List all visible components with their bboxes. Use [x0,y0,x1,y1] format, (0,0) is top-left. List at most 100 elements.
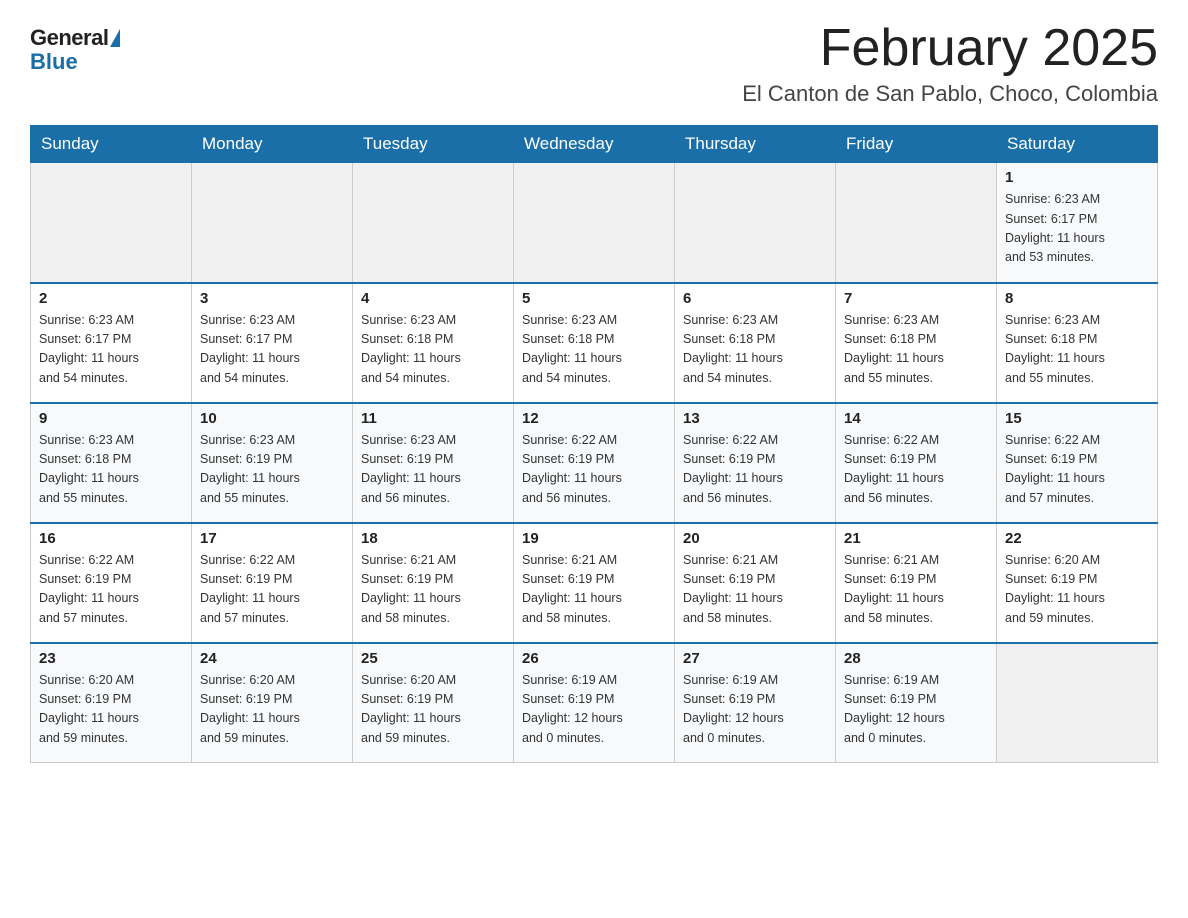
day-info: Sunrise: 6:22 AM Sunset: 6:19 PM Dayligh… [522,431,666,509]
day-info: Sunrise: 6:22 AM Sunset: 6:19 PM Dayligh… [200,551,344,629]
day-number: 24 [200,650,344,667]
weekday-header-sunday: Sunday [31,126,192,163]
day-number: 4 [361,290,505,307]
day-info: Sunrise: 6:22 AM Sunset: 6:19 PM Dayligh… [1005,431,1149,509]
calendar-cell [836,163,997,283]
calendar-cell: 27 Sunrise: 6:19 AM Sunset: 6:19 PM Dayli… [675,643,836,763]
day-number: 23 [39,650,183,667]
day-number: 8 [1005,290,1149,307]
day-number: 13 [683,410,827,427]
weekday-header-row: SundayMondayTuesdayWednesdayThursdayFrid… [31,126,1158,163]
calendar-cell [31,163,192,283]
calendar-cell: 9 Sunrise: 6:23 AM Sunset: 6:18 PM Daylig… [31,403,192,523]
calendar-cell: 20 Sunrise: 6:21 AM Sunset: 6:19 PM Dayli… [675,523,836,643]
day-info: Sunrise: 6:23 AM Sunset: 6:19 PM Dayligh… [361,431,505,509]
day-number: 18 [361,530,505,547]
calendar-table: SundayMondayTuesdayWednesdayThursdayFrid… [30,125,1158,763]
day-number: 25 [361,650,505,667]
calendar-cell: 26Sunrise: 6:19 AM Sunset: 6:19 PM Dayli… [514,643,675,763]
day-info: Sunrise: 6:21 AM Sunset: 6:19 PM Dayligh… [522,551,666,629]
calendar-cell: 8 Sunrise: 6:23 AM Sunset: 6:18 PM Daylig… [997,283,1158,403]
day-info: Sunrise: 6:21 AM Sunset: 6:19 PM Dayligh… [683,551,827,629]
title-area: February 2025 El Canton de San Pablo, Ch… [742,20,1158,107]
calendar-cell [192,163,353,283]
calendar-week-row: 1 Sunrise: 6:23 AM Sunset: 6:17 PM Daylig… [31,163,1158,283]
month-year-title: February 2025 [742,20,1158,77]
day-number: 27 [683,650,827,667]
weekday-header-wednesday: Wednesday [514,126,675,163]
calendar-week-row: 23 Sunrise: 6:20 AM Sunset: 6:19 PM Dayli… [31,643,1158,763]
calendar-week-row: 16 Sunrise: 6:22 AM Sunset: 6:19 PM Dayli… [31,523,1158,643]
day-info: Sunrise: 6:23 AM Sunset: 6:18 PM Dayligh… [844,311,988,389]
day-info: Sunrise: 6:21 AM Sunset: 6:19 PM Dayligh… [844,551,988,629]
calendar-cell: 14 Sunrise: 6:22 AM Sunset: 6:19 PM Dayli… [836,403,997,523]
calendar-cell: 23Sunrise: 6:20 AM Sunset: 6:19 PM Dayli… [31,643,192,763]
calendar-cell: 6 Sunrise: 6:23 AM Sunset: 6:18 PM Daylig… [675,283,836,403]
calendar-cell [675,163,836,283]
calendar-cell: 17 Sunrise: 6:22 AM Sunset: 6:19 PM Dayli… [192,523,353,643]
weekday-header-thursday: Thursday [675,126,836,163]
day-info: Sunrise: 6:23 AM Sunset: 6:19 PM Dayligh… [200,431,344,509]
day-number: 17 [200,530,344,547]
calendar-week-row: 2 Sunrise: 6:23 AM Sunset: 6:17 PM Daylig… [31,283,1158,403]
day-number: 14 [844,410,988,427]
calendar-cell: 19 Sunrise: 6:21 AM Sunset: 6:19 PM Dayli… [514,523,675,643]
location-subtitle: El Canton de San Pablo, Choco, Colombia [742,81,1158,107]
day-number: 26 [522,650,666,667]
day-number: 15 [1005,410,1149,427]
day-info: Sunrise: 6:23 AM Sunset: 6:18 PM Dayligh… [361,311,505,389]
day-number: 22 [1005,530,1149,547]
day-info: Sunrise: 6:23 AM Sunset: 6:17 PM Dayligh… [200,311,344,389]
logo-blue-text: Blue [30,49,78,75]
day-info: Sunrise: 6:20 AM Sunset: 6:19 PM Dayligh… [1005,551,1149,629]
day-info: Sunrise: 6:22 AM Sunset: 6:19 PM Dayligh… [39,551,183,629]
calendar-cell: 18 Sunrise: 6:21 AM Sunset: 6:19 PM Dayli… [353,523,514,643]
calendar-cell: 16 Sunrise: 6:22 AM Sunset: 6:19 PM Dayli… [31,523,192,643]
logo-triangle-icon [110,29,120,47]
day-number: 19 [522,530,666,547]
day-info: Sunrise: 6:19 AM Sunset: 6:19 PM Dayligh… [683,671,827,749]
day-info: Sunrise: 6:20 AM Sunset: 6:19 PM Dayligh… [361,671,505,749]
day-number: 3 [200,290,344,307]
day-number: 7 [844,290,988,307]
calendar-cell: 15 Sunrise: 6:22 AM Sunset: 6:19 PM Dayli… [997,403,1158,523]
day-number: 11 [361,410,505,427]
day-info: Sunrise: 6:23 AM Sunset: 6:17 PM Dayligh… [39,311,183,389]
calendar-cell: 1 Sunrise: 6:23 AM Sunset: 6:17 PM Daylig… [997,163,1158,283]
page-header: General Blue February 2025 El Canton de … [30,20,1158,107]
day-info: Sunrise: 6:23 AM Sunset: 6:18 PM Dayligh… [39,431,183,509]
day-info: Sunrise: 6:23 AM Sunset: 6:18 PM Dayligh… [1005,311,1149,389]
day-info: Sunrise: 6:21 AM Sunset: 6:19 PM Dayligh… [361,551,505,629]
calendar-cell: 5 Sunrise: 6:23 AM Sunset: 6:18 PM Daylig… [514,283,675,403]
calendar-cell: 24Sunrise: 6:20 AM Sunset: 6:19 PM Dayli… [192,643,353,763]
calendar-cell [353,163,514,283]
calendar-cell: 28Sunrise: 6:19 AM Sunset: 6:19 PM Dayli… [836,643,997,763]
day-number: 16 [39,530,183,547]
weekday-header-monday: Monday [192,126,353,163]
day-number: 6 [683,290,827,307]
calendar-cell: 25 Sunrise: 6:20 AM Sunset: 6:19 PM Dayli… [353,643,514,763]
day-info: Sunrise: 6:23 AM Sunset: 6:17 PM Dayligh… [1005,190,1149,268]
logo-general-text: General [30,25,108,51]
calendar-cell: 12 Sunrise: 6:22 AM Sunset: 6:19 PM Dayli… [514,403,675,523]
day-number: 10 [200,410,344,427]
day-info: Sunrise: 6:22 AM Sunset: 6:19 PM Dayligh… [844,431,988,509]
calendar-cell: 4 Sunrise: 6:23 AM Sunset: 6:18 PM Daylig… [353,283,514,403]
calendar-week-row: 9 Sunrise: 6:23 AM Sunset: 6:18 PM Daylig… [31,403,1158,523]
weekday-header-saturday: Saturday [997,126,1158,163]
day-number: 20 [683,530,827,547]
calendar-cell: 2 Sunrise: 6:23 AM Sunset: 6:17 PM Daylig… [31,283,192,403]
calendar-cell: 21Sunrise: 6:21 AM Sunset: 6:19 PM Dayli… [836,523,997,643]
calendar-cell: 11 Sunrise: 6:23 AM Sunset: 6:19 PM Dayli… [353,403,514,523]
day-number: 9 [39,410,183,427]
calendar-cell: 10 Sunrise: 6:23 AM Sunset: 6:19 PM Dayli… [192,403,353,523]
day-number: 2 [39,290,183,307]
calendar-cell: 7 Sunrise: 6:23 AM Sunset: 6:18 PM Daylig… [836,283,997,403]
calendar-cell: 3 Sunrise: 6:23 AM Sunset: 6:17 PM Daylig… [192,283,353,403]
weekday-header-tuesday: Tuesday [353,126,514,163]
day-info: Sunrise: 6:23 AM Sunset: 6:18 PM Dayligh… [683,311,827,389]
day-info: Sunrise: 6:23 AM Sunset: 6:18 PM Dayligh… [522,311,666,389]
day-number: 5 [522,290,666,307]
day-number: 1 [1005,169,1149,186]
day-number: 12 [522,410,666,427]
